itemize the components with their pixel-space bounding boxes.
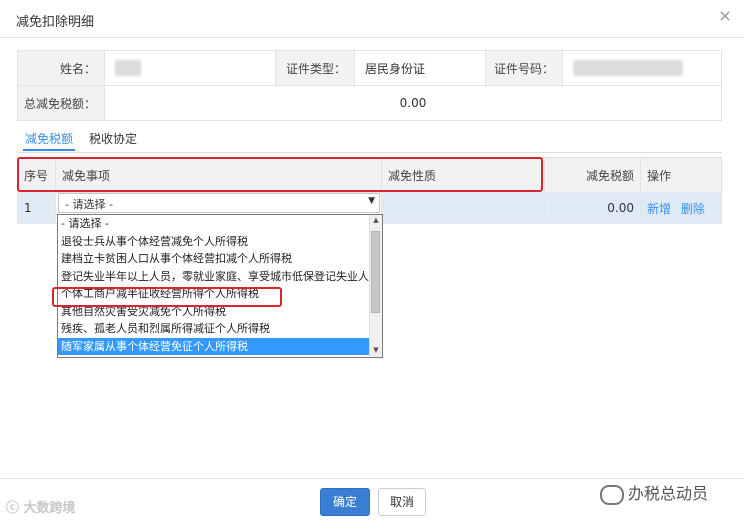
dropdown-option[interactable]: - 请选择 -: [58, 215, 382, 233]
idno-value: [562, 50, 722, 86]
row-actions: 新增 删除: [640, 192, 722, 224]
wechat-icon: [600, 484, 624, 505]
taxpayer-info-table: 姓名： 证件类型： 居民身份证 证件号码： 总减免税额： 0.00: [17, 50, 722, 121]
relief-item-select[interactable]: - 请选择 - ▼: [58, 193, 380, 213]
add-link[interactable]: 新增: [647, 202, 671, 216]
total-label: 总减免税额：: [17, 85, 105, 121]
dropdown-option-highlighted[interactable]: 随军家属从事个体经营免征个人所得税: [58, 337, 382, 355]
row-amount: 0.00: [544, 192, 641, 224]
idtype-value: 居民身份证: [354, 50, 486, 86]
watermark-left-text: 大数跨境: [23, 501, 76, 516]
idno-label: 证件号码：: [485, 50, 563, 86]
name-label: 姓名：: [17, 50, 105, 86]
watermark-right: 办税总动员: [600, 480, 708, 505]
scroll-up-icon[interactable]: ▲: [371, 216, 381, 224]
watermark-left: ⓒ 大数跨境: [6, 497, 76, 516]
col-actions: 操作: [640, 157, 722, 193]
relief-item-dropdown[interactable]: - 请选择 - 退役士兵从事个体经营减免个人所得税 建档立卡贫困人口从事个体经营…: [57, 214, 383, 358]
tab-tax-relief[interactable]: 减免税额: [25, 130, 73, 147]
col-relief-amount: 减免税额: [544, 157, 641, 193]
watermark-right-text: 办税总动员: [628, 484, 709, 503]
confirm-button[interactable]: 确定: [320, 488, 370, 516]
dialog-title: 减免扣除明细: [16, 15, 95, 30]
idtype-label: 证件类型：: [275, 50, 355, 86]
close-icon[interactable]: ×: [716, 7, 734, 25]
cancel-button[interactable]: 取消: [378, 488, 426, 516]
name-value: [104, 50, 276, 86]
tab-bar: 减免税额 税收协定: [17, 126, 722, 153]
dropdown-option[interactable]: 登记失业半年以上人员，零就业家庭、享受城市低保登记失业人: [58, 268, 382, 286]
row-index: 1: [17, 192, 56, 224]
watermark-logo-icon: ⓒ: [6, 501, 24, 516]
option-annotation-box: [52, 287, 282, 307]
footer-divider: [0, 478, 744, 479]
select-value: - 请选择 -: [65, 198, 113, 211]
dropdown-option[interactable]: 残疾、孤老人员和烈属所得减征个人所得税: [58, 320, 382, 338]
header-annotation-box: [17, 157, 543, 192]
active-tab-indicator: [23, 149, 75, 151]
total-value: 0.00: [104, 85, 722, 121]
scroll-down-icon[interactable]: ▼: [371, 346, 381, 354]
tab-tax-treaty[interactable]: 税收协定: [89, 130, 137, 147]
chevron-down-icon: ▼: [368, 196, 375, 206]
dropdown-scrollbar[interactable]: ▲ ▼: [369, 215, 382, 357]
dropdown-option[interactable]: 建档立卡贫困人口从事个体经营扣减个人所得税: [58, 250, 382, 268]
title-divider: [0, 37, 744, 38]
scroll-thumb[interactable]: [371, 231, 380, 313]
row-relief-nature-cell: [381, 192, 545, 224]
dropdown-option[interactable]: 退役士兵从事个体经营减免个人所得税: [58, 233, 382, 251]
delete-link[interactable]: 删除: [681, 202, 705, 216]
